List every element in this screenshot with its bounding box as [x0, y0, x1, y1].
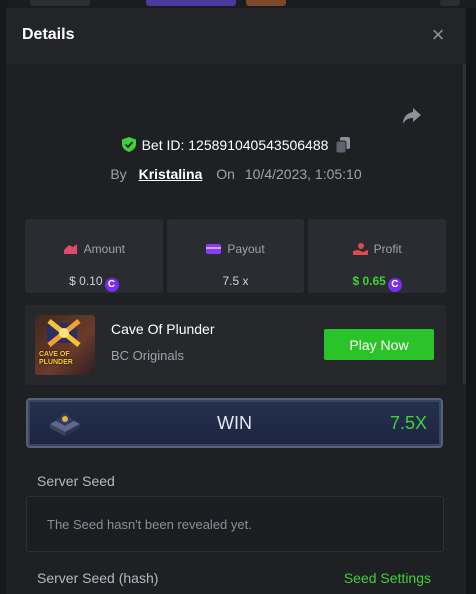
stat-payout: Payout 7.5 x: [166, 219, 305, 293]
on-label: On: [216, 166, 235, 182]
game-provider: BC Originals: [111, 348, 184, 363]
seed-settings-link[interactable]: Seed Settings: [344, 570, 431, 586]
play-now-button[interactable]: Play Now: [324, 329, 434, 360]
stat-amount: Amount $ 0.10 C: [25, 219, 163, 293]
result-label: WIN: [217, 413, 252, 433]
server-seed-field: The Seed hasn't been revealed yet.: [26, 496, 444, 552]
profit-label: Profit: [373, 242, 402, 256]
bet-byline: By Kristalina On 10/4/2023, 1:05:10: [6, 166, 466, 182]
game-name: Cave Of Plunder: [111, 321, 215, 337]
server-seed-label: Server Seed: [37, 473, 115, 489]
amount-icon: [63, 244, 77, 254]
background-top-strip: [0, 0, 476, 8]
close-icon[interactable]: ×: [426, 24, 450, 48]
coin-icon: C: [387, 278, 402, 292]
copy-icon[interactable]: [336, 137, 351, 153]
payout-label: Payout: [227, 242, 265, 256]
modal-header: Details ×: [6, 8, 466, 64]
scrollbar[interactable]: [463, 64, 466, 384]
stat-profit: Profit $ 0.65 C: [308, 219, 447, 293]
amount-value: $ 0.10: [69, 274, 103, 288]
result-multiplier: 7.5X: [389, 413, 427, 433]
shield-check-icon: [121, 137, 136, 152]
game-thumbnail-text: CAVE OF PLUNDER: [39, 351, 73, 366]
details-modal: Details × Bet ID: 125891040543506488 By …: [6, 8, 466, 594]
profit-value: $ 0.65: [352, 274, 386, 288]
game-card: CAVE OF PLUNDER Cave Of Plunder BC Origi…: [25, 305, 446, 385]
result-banner: WIN 7.5X: [26, 398, 443, 448]
bet-datetime: 10/4/2023, 1:05:10: [244, 166, 362, 182]
by-label: By: [110, 166, 127, 182]
amount-label: Amount: [83, 242, 126, 256]
bet-stats: Amount $ 0.10 C Payout 7.5 x Profit $ 0.6…: [25, 219, 447, 293]
coin-icon: C: [104, 278, 119, 292]
bettor-username-link[interactable]: Kristalina: [139, 166, 203, 182]
game-thumbnail[interactable]: CAVE OF PLUNDER: [35, 315, 95, 375]
payout-value: 7.5 x: [222, 274, 249, 288]
server-seed-message: The Seed hasn't been revealed yet.: [47, 517, 252, 532]
bet-id-line: Bet ID: 125891040543506488: [6, 137, 466, 153]
bet-id-value: 125891040543506488: [188, 137, 329, 153]
server-seed-hash-label: Server Seed (hash): [37, 570, 159, 586]
wallet-icon: [206, 244, 222, 254]
bet-id-label: Bet ID:: [141, 137, 185, 153]
modal-title: Details: [22, 26, 75, 43]
profit-hand-icon: [352, 243, 368, 255]
crossed-swords-icon: [47, 319, 81, 347]
share-icon[interactable]: [401, 106, 423, 126]
